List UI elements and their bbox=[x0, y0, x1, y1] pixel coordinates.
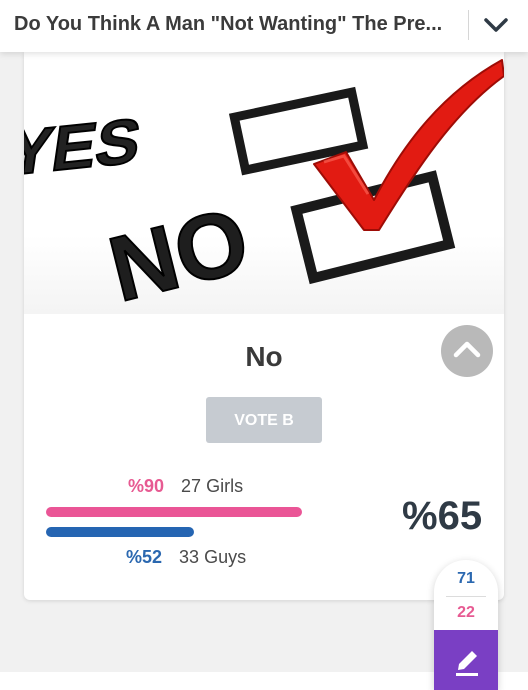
girls-stat: %90 27 Girls bbox=[128, 476, 243, 497]
top-bar: Do You Think A Man "Not Wanting" The Pre… bbox=[0, 0, 528, 52]
counter-bottom-value: 22 bbox=[457, 604, 475, 621]
overall-percent: %65 bbox=[402, 494, 483, 538]
guys-percent: %52 bbox=[126, 547, 163, 567]
guys-stat: %52 33 Guys bbox=[126, 547, 246, 568]
option-image: YES NO bbox=[24, 52, 504, 314]
girls-percent: %90 bbox=[128, 476, 165, 496]
question-title[interactable]: Do You Think A Man "Not Wanting" The Pre… bbox=[14, 13, 454, 36]
girls-count: 27 Girls bbox=[181, 476, 244, 496]
svg-text:NO: NO bbox=[100, 189, 259, 314]
guys-progress-bar bbox=[46, 527, 194, 537]
poll-option-card: YES NO No VOTE B %90 27 Girls %52 33 Guy… bbox=[24, 52, 504, 600]
chevron-up-icon bbox=[453, 341, 481, 358]
header-divider bbox=[468, 10, 469, 40]
girls-progress-bar bbox=[46, 507, 302, 517]
counter-top-value: 71 bbox=[457, 570, 475, 587]
vote-b-button[interactable]: VOTE B bbox=[206, 397, 322, 443]
chevron-down-icon[interactable] bbox=[482, 13, 510, 37]
scroll-up-button[interactable] bbox=[441, 325, 493, 377]
edit-button[interactable] bbox=[434, 630, 498, 690]
option-label: No bbox=[245, 341, 283, 372]
guys-count: 33 Guys bbox=[179, 547, 247, 567]
pencil-icon bbox=[456, 651, 478, 676]
counter-separator bbox=[446, 596, 486, 597]
floating-counter[interactable]: 71 22 bbox=[434, 560, 498, 690]
svg-text:YES: YES bbox=[24, 104, 145, 189]
